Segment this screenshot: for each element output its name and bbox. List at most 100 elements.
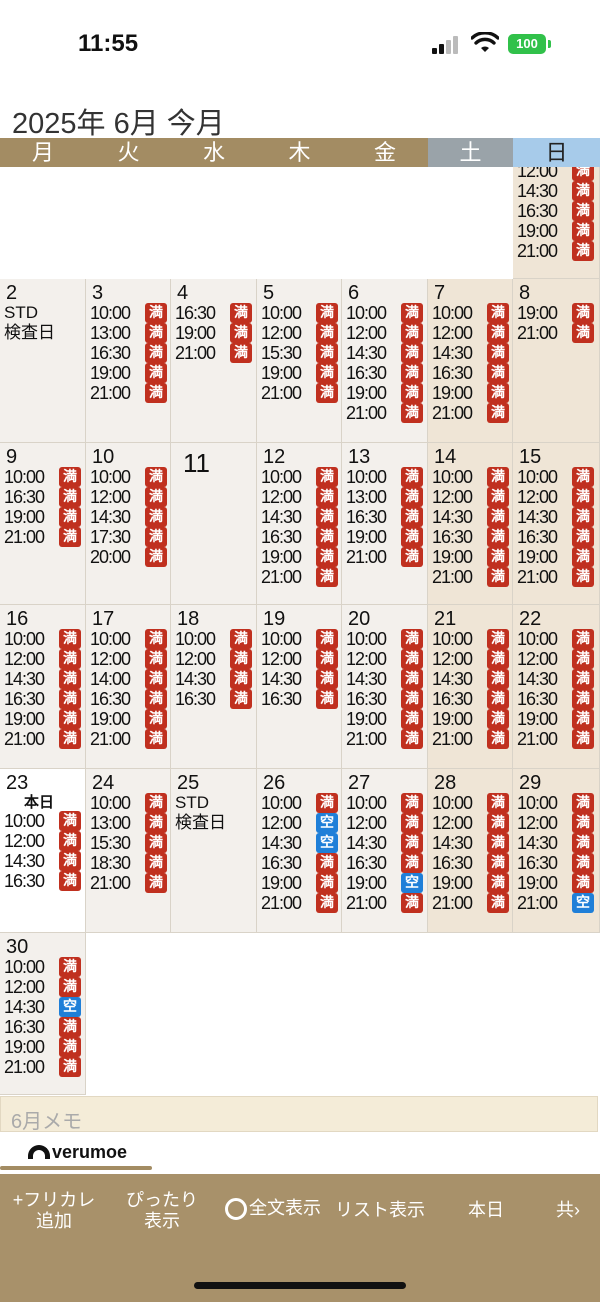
time-slot[interactable]: 12:00 満 (513, 167, 599, 181)
time-slot[interactable]: 16:30 満 (342, 363, 427, 383)
time-slot[interactable]: 16:30 満 (428, 689, 512, 709)
time-slot[interactable]: 19:00 満 (342, 527, 427, 547)
day-cell[interactable]: 14 10:00 満 12:00 満 14:30 満 16:30 満 19:00 満 21:00 満 (428, 443, 513, 605)
share-button[interactable]: 共› (556, 1200, 600, 1221)
time-slot[interactable]: 16:30 満 (342, 507, 427, 527)
time-slot[interactable]: 21:00 空 (513, 893, 599, 913)
day-cell[interactable]: 4 16:30 満 19:00 満 21:00 満 (171, 279, 257, 443)
time-slot[interactable]: 12:00 満 (513, 813, 599, 833)
time-slot[interactable]: 16:30 満 (342, 853, 427, 873)
time-slot[interactable]: 14:30 満 (171, 669, 256, 689)
time-slot[interactable]: 16:30 満 (171, 303, 256, 323)
time-slot[interactable]: 15:30 満 (257, 343, 341, 363)
time-slot[interactable]: 19:00 満 (428, 383, 512, 403)
time-slot[interactable]: 21:00 満 (0, 1057, 85, 1077)
day-cell[interactable]: 2 STD 検査日 (0, 279, 86, 443)
add-flicale-button[interactable]: +フリカレ 追加 (4, 1190, 104, 1232)
day-cell[interactable]: 9 10:00 満 16:30 満 19:00 満 21:00 満 (0, 443, 86, 605)
day-cell[interactable]: 7 10:00 満 12:00 満 14:30 満 16:30 満 19:00 満 21:00 満 (428, 279, 513, 443)
time-slot[interactable]: 13:00 満 (342, 487, 427, 507)
time-slot[interactable]: 14:30 満 (513, 507, 599, 527)
time-slot[interactable]: 21:00 満 (513, 729, 599, 749)
time-slot[interactable]: 19:00 満 (257, 873, 341, 893)
time-slot[interactable]: 19:00 満 (513, 709, 599, 729)
time-slot[interactable]: 21:00 満 (342, 893, 427, 913)
time-slot[interactable]: 14:00 満 (86, 669, 170, 689)
day-cell[interactable]: 16 10:00 満 12:00 満 14:30 満 16:30 満 19:00 満 21:00 満 (0, 605, 86, 769)
time-slot[interactable]: 12:00 満 (0, 831, 85, 851)
time-slot[interactable]: 12:00 満 (428, 813, 512, 833)
time-slot[interactable]: 10:00 満 (257, 467, 341, 487)
time-slot[interactable]: 21:00 満 (513, 567, 599, 587)
time-slot[interactable]: 10:00 満 (342, 793, 427, 813)
day-cell[interactable]: 21 10:00 満 12:00 満 14:30 満 16:30 満 19:00 満 21:00 満 (428, 605, 513, 769)
time-slot[interactable]: 19:00 満 (86, 363, 170, 383)
time-slot[interactable]: 12:00 満 (0, 649, 85, 669)
time-slot[interactable]: 19:00 満 (342, 709, 427, 729)
time-slot[interactable]: 10:00 満 (342, 303, 427, 323)
time-slot[interactable]: 16:30 満 (0, 1017, 85, 1037)
time-slot[interactable]: 10:00 満 (257, 793, 341, 813)
time-slot[interactable]: 14:30 満 (428, 669, 512, 689)
time-slot[interactable]: 10:00 満 (342, 467, 427, 487)
time-slot[interactable]: 16:30 満 (257, 527, 341, 547)
day-cell[interactable]: 12 10:00 満 12:00 満 14:30 満 16:30 満 19:00 満 21:00 満 (257, 443, 342, 605)
day-cell[interactable]: 30 10:00 満 12:00 満 14:30 空 16:30 満 19:00 満 21:00 満 (0, 933, 86, 1095)
time-slot[interactable]: 10:00 満 (513, 629, 599, 649)
day-cell[interactable]: 13 10:00 満 13:00 満 16:30 満 19:00 満 21:00 満 (342, 443, 428, 605)
time-slot[interactable]: 12:00 満 (513, 649, 599, 669)
time-slot[interactable]: 12:00 満 (86, 487, 170, 507)
day-cell[interactable]: 18 10:00 満 12:00 満 14:30 満 16:30 満 (171, 605, 257, 769)
time-slot[interactable]: 10:00 満 (428, 629, 512, 649)
time-slot[interactable]: 21:00 満 (0, 527, 85, 547)
time-slot[interactable]: 19:00 満 (513, 221, 599, 241)
time-slot[interactable]: 16:30 満 (513, 853, 599, 873)
time-slot[interactable]: 16:30 満 (428, 853, 512, 873)
day-cell[interactable]: 23 本日 10:00 満 12:00 満 14:30 満 16:30 満 (0, 769, 86, 933)
time-slot[interactable]: 12:00 満 (342, 323, 427, 343)
time-slot[interactable]: 21:00 満 (86, 383, 170, 403)
time-slot[interactable]: 13:00 満 (86, 813, 170, 833)
day-cell[interactable]: 25 STD 検査日 (171, 769, 257, 933)
time-slot[interactable]: 14:30 満 (0, 669, 85, 689)
time-slot[interactable]: 14:30 満 (257, 669, 341, 689)
time-slot[interactable]: 12:00 満 (86, 649, 170, 669)
time-slot[interactable]: 10:00 満 (0, 467, 85, 487)
day-cell[interactable]: 29 10:00 満 12:00 満 14:30 満 16:30 満 19:00 満 21:00 空 (513, 769, 600, 933)
time-slot[interactable]: 14:30 空 (257, 833, 341, 853)
time-slot[interactable]: 19:00 空 (342, 873, 427, 893)
time-slot[interactable]: 10:00 満 (428, 467, 512, 487)
day-cell[interactable]: 15 10:00 満 12:00 満 14:30 満 16:30 満 19:00 満 21:00 満 (513, 443, 600, 605)
time-slot[interactable]: 10:00 満 (86, 467, 170, 487)
day-cell[interactable]: 10 10:00 満 12:00 満 14:30 満 17:30 満 20:00 満 (86, 443, 171, 605)
time-slot[interactable]: 21:00 満 (86, 873, 170, 893)
day-cell[interactable]: 28 10:00 満 12:00 満 14:30 満 16:30 満 19:00 満 21:00 満 (428, 769, 513, 933)
time-slot[interactable]: 10:00 満 (513, 467, 599, 487)
time-slot[interactable]: 14:30 満 (86, 507, 170, 527)
time-slot[interactable]: 14:30 空 (0, 997, 85, 1017)
time-slot[interactable]: 12:00 満 (513, 487, 599, 507)
day-cell[interactable]: 11 (171, 443, 257, 605)
time-slot[interactable]: 19:00 満 (428, 873, 512, 893)
time-slot[interactable]: 19:00 満 (86, 709, 170, 729)
time-slot[interactable]: 21:00 満 (513, 241, 599, 261)
time-slot[interactable]: 21:00 満 (342, 403, 427, 423)
time-slot[interactable]: 17:30 満 (86, 527, 170, 547)
time-slot[interactable]: 16:30 満 (0, 487, 85, 507)
time-slot[interactable]: 19:00 満 (513, 873, 599, 893)
day-cell[interactable]: 12:00 満 14:30 満 16:30 満 19:00 満 21:00 満 (513, 167, 600, 279)
time-slot[interactable]: 12:00 満 (428, 649, 512, 669)
time-slot[interactable]: 21:00 満 (0, 729, 85, 749)
time-slot[interactable]: 21:00 満 (86, 729, 170, 749)
time-slot[interactable]: 19:00 満 (342, 383, 427, 403)
fit-view-button[interactable]: ぴったり 表示 (118, 1190, 206, 1232)
time-slot[interactable]: 10:00 満 (513, 793, 599, 813)
time-slot[interactable]: 14:30 満 (257, 507, 341, 527)
page-title[interactable]: 2025年 6月 今月 (12, 100, 225, 142)
time-slot[interactable]: 19:00 満 (513, 303, 599, 323)
time-slot[interactable]: 19:00 満 (257, 547, 341, 567)
time-slot[interactable]: 18:30 満 (86, 853, 170, 873)
time-slot[interactable]: 19:00 満 (428, 547, 512, 567)
time-slot[interactable]: 10:00 満 (257, 303, 341, 323)
time-slot[interactable]: 10:00 満 (171, 629, 256, 649)
